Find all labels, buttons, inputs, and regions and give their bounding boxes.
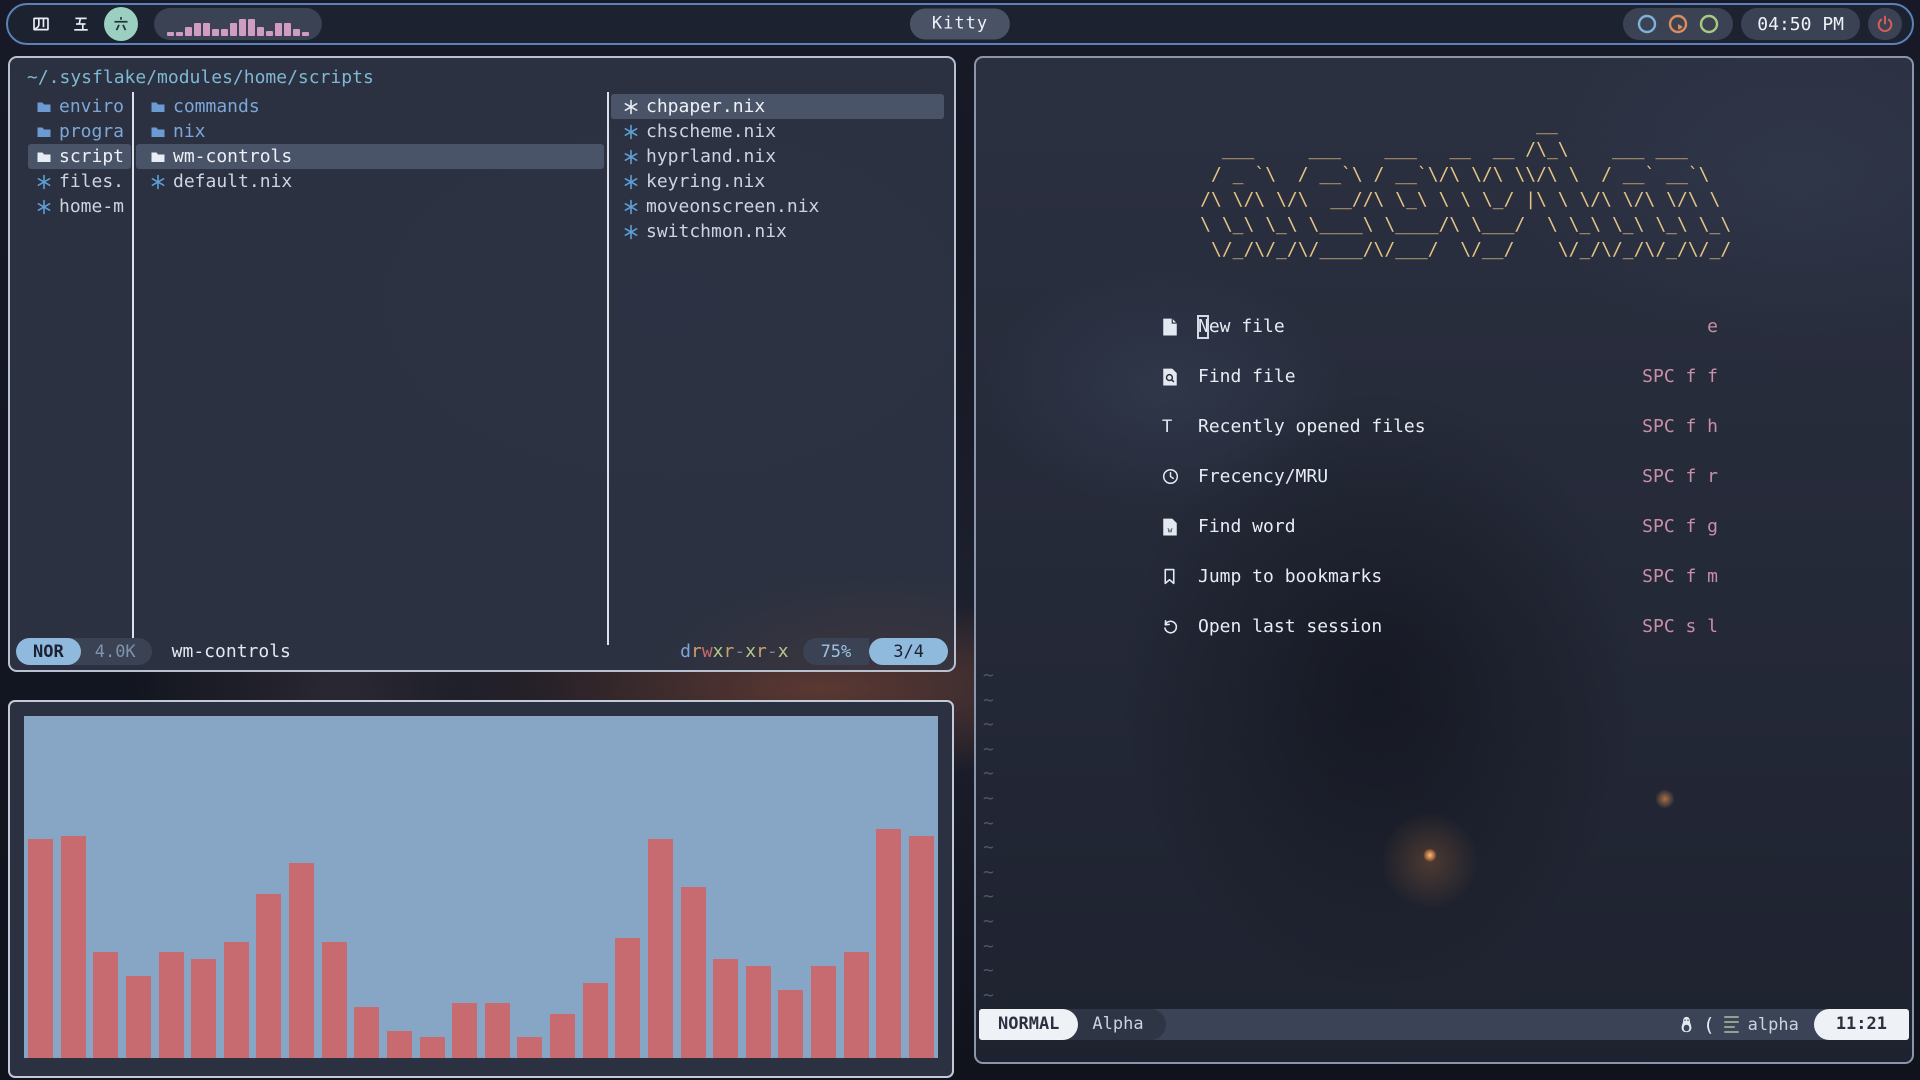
list-item[interactable]: files. xyxy=(28,169,131,194)
list-item[interactable]: default.nix xyxy=(136,169,604,194)
menu-item-find-word[interactable]: w Find word SPC f g xyxy=(1162,514,1718,539)
find-word-icon: w xyxy=(1162,518,1184,536)
list-item-selected[interactable]: wm-controls xyxy=(136,144,604,169)
column-divider xyxy=(607,92,609,645)
nix-icon xyxy=(623,124,639,140)
text-cursor xyxy=(1197,315,1209,339)
kanji-six-icon xyxy=(112,15,130,33)
nix-icon xyxy=(623,224,639,240)
nix-icon xyxy=(36,199,52,215)
list-item[interactable]: moveonscreen.nix xyxy=(611,194,944,219)
menu-item-new-file[interactable]: New file e xyxy=(1162,314,1718,339)
nix-icon xyxy=(36,174,52,190)
folder-icon xyxy=(36,99,52,115)
orange-timer-icon xyxy=(1668,14,1688,34)
permissions: drwxr-xr-x xyxy=(680,641,788,662)
list-item-hovered[interactable]: chpaper.nix xyxy=(611,94,944,119)
linux-penguin-icon xyxy=(1679,1016,1694,1033)
bookmarks-icon xyxy=(1162,568,1184,585)
power-icon xyxy=(1876,15,1894,33)
topbar-right-group: 04:50 PM xyxy=(1623,5,1902,43)
folder-icon xyxy=(150,149,166,165)
folder-icon xyxy=(150,124,166,140)
selected-file-name: wm-controls xyxy=(172,641,291,662)
mode-badge: NOR xyxy=(16,638,81,665)
blue-ring-icon xyxy=(1637,14,1657,34)
list-item[interactable]: commands xyxy=(136,94,604,119)
nix-icon xyxy=(623,149,639,165)
find-file-icon xyxy=(1162,368,1184,386)
neovim-window: __ ___ ___ ___ __ __ /\_\ ___ ___ / _ `\… xyxy=(974,56,1914,1064)
last-session-icon xyxy=(1162,618,1184,635)
statusline-clock: 11:21 xyxy=(1814,1009,1909,1040)
dashboard-ascii-logo: __ ___ ___ ___ __ __ /\_\ ___ ___ / _ `\… xyxy=(1157,112,1731,262)
menu-item-frecency[interactable]: Frecency/MRU SPC f r xyxy=(1162,464,1718,489)
kanji-four-icon xyxy=(32,15,50,33)
list-item[interactable]: nix xyxy=(136,119,604,144)
menu-item-find-file[interactable]: Find file SPC f f xyxy=(1162,364,1718,389)
list-item-selected[interactable]: script xyxy=(28,144,131,169)
nix-icon xyxy=(623,174,639,190)
dashboard-menu: New file e Find file SPC f f T Recently … xyxy=(1162,314,1718,664)
folder-icon xyxy=(36,124,52,140)
statusline: NORMAL Alpha ( alpha 11:21 xyxy=(979,1009,1909,1040)
column-divider xyxy=(132,92,134,645)
vim-mode-badge: NORMAL xyxy=(979,1009,1078,1040)
bar-chart-plot xyxy=(24,716,938,1058)
frecency-icon xyxy=(1162,468,1184,485)
file-manager-window: ~/.sysflake/modules/home/scripts enviro … xyxy=(8,56,956,672)
breadcrumb-path: ~/.sysflake/modules/home/scripts xyxy=(27,67,374,88)
audio-visualizer xyxy=(154,8,322,40)
nix-icon xyxy=(623,99,639,115)
folder-icon xyxy=(150,99,166,115)
parent-column: enviro progra script files. home-m xyxy=(28,94,131,219)
list-item[interactable]: chscheme.nix xyxy=(611,119,944,144)
list-item[interactable]: progra xyxy=(28,119,131,144)
visualizer-window xyxy=(8,700,954,1078)
menu-item-last-session[interactable]: Open last session SPC s l xyxy=(1162,614,1718,639)
buffer-name: Alpha xyxy=(1064,1009,1165,1040)
workspace-group xyxy=(24,5,322,43)
list-item[interactable]: keyring.nix xyxy=(611,169,944,194)
filetype-label: alpha xyxy=(1748,1015,1799,1035)
list-item[interactable]: switchmon.nix xyxy=(611,219,944,244)
current-column: commands nix wm-controls default.nix xyxy=(136,94,604,194)
lines-icon xyxy=(1724,1016,1739,1034)
workspace-5[interactable] xyxy=(64,7,98,41)
cursor-position: 3/4 xyxy=(869,638,948,665)
folder-icon xyxy=(36,149,52,165)
workspace-6-active[interactable] xyxy=(104,7,138,41)
preview-column: chpaper.nix chscheme.nix hyprland.nix ke… xyxy=(611,94,944,244)
active-window-title: Kitty xyxy=(910,9,1010,40)
kanji-five-icon xyxy=(72,15,90,33)
list-item[interactable]: enviro xyxy=(28,94,131,119)
empty-buffer-lines: ~~~~~~~~~~~~~~ xyxy=(983,664,994,1008)
separator-glyph: ( xyxy=(1703,1014,1714,1036)
list-item[interactable]: hyprland.nix xyxy=(611,144,944,169)
file-manager-statusbar: NOR 4.0K wm-controls drwxr-xr-x 75% 3/4 xyxy=(16,638,948,665)
menu-item-recent-files[interactable]: T Recently opened files SPC f h xyxy=(1162,414,1718,439)
nix-icon xyxy=(623,199,639,215)
svg-text:w: w xyxy=(1168,525,1173,534)
power-button[interactable] xyxy=(1868,8,1902,40)
system-indicators[interactable] xyxy=(1623,8,1733,40)
workspace-4[interactable] xyxy=(24,7,58,41)
top-bar: Kitty 04:50 PM xyxy=(6,3,1914,45)
menu-item-bookmarks[interactable]: Jump to bookmarks SPC f m xyxy=(1162,564,1718,589)
nix-icon xyxy=(150,174,166,190)
scroll-progress: 75% xyxy=(803,638,870,665)
new-file-icon xyxy=(1162,318,1184,336)
recent-files-icon: T xyxy=(1162,417,1184,437)
clock: 04:50 PM xyxy=(1741,8,1860,40)
green-ring-icon xyxy=(1699,14,1719,34)
list-item[interactable]: home-m xyxy=(28,194,131,219)
